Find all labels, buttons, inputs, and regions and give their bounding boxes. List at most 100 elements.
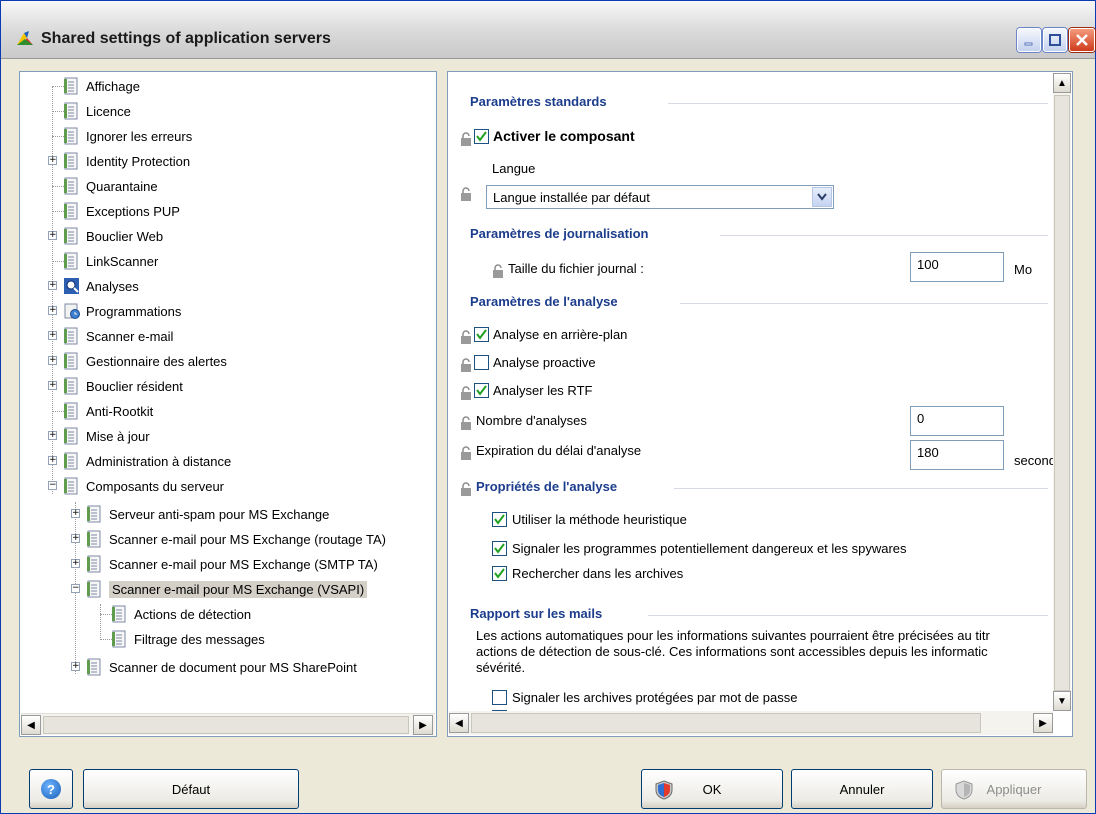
lock-icon[interactable] xyxy=(460,330,472,344)
tree-item-bouclier-web[interactable]: + Bouclier Web xyxy=(46,225,163,247)
tree-item-scanner-email[interactable]: + Scanner e-mail xyxy=(46,325,173,347)
tree-item-identity-protection[interactable]: + Identity Protection xyxy=(46,150,190,172)
tree-item-scanner-smtp[interactable]: + Scanner e-mail pour MS Exchange (SMTP … xyxy=(69,553,378,575)
ok-button-label: OK xyxy=(702,781,722,797)
heuristic-checkbox[interactable] xyxy=(492,512,507,527)
background-scan-checkbox[interactable] xyxy=(474,327,489,342)
expand-icon[interactable]: + xyxy=(48,306,57,315)
lock-icon[interactable] xyxy=(460,446,472,460)
tree-item-actions-detection[interactable]: Actions de détection xyxy=(94,603,251,625)
lock-icon[interactable] xyxy=(460,358,472,372)
settings-vertical-scrollbar[interactable]: ▲ ▼ xyxy=(1053,73,1071,711)
protected-archives-checkbox[interactable] xyxy=(492,690,507,705)
expand-icon[interactable]: + xyxy=(48,231,57,240)
close-icon xyxy=(1076,34,1088,46)
log-size-unit: Mo xyxy=(1014,262,1033,277)
tree-item-composants-serveur[interactable]: − Composants du serveur xyxy=(46,475,224,497)
expand-icon[interactable]: + xyxy=(48,156,57,165)
default-button[interactable]: Défaut xyxy=(83,769,299,809)
tree-horizontal-scrollbar[interactable]: ◀ ▶ xyxy=(21,713,435,735)
expand-icon[interactable]: + xyxy=(71,509,80,518)
expand-icon[interactable]: + xyxy=(48,456,57,465)
proactive-scan-checkbox[interactable] xyxy=(474,355,489,370)
scroll-up-button[interactable]: ▲ xyxy=(1053,73,1071,93)
schedule-icon xyxy=(64,302,80,320)
close-button[interactable] xyxy=(1069,28,1095,52)
collapse-icon[interactable]: − xyxy=(48,481,57,490)
document-icon xyxy=(87,505,103,523)
tree-item-serveur-anti-spam[interactable]: + Serveur anti-spam pour MS Exchange xyxy=(69,503,329,525)
scroll-thumb[interactable] xyxy=(471,713,981,733)
expand-icon[interactable]: + xyxy=(48,356,57,365)
tree-item-administration-distance[interactable]: + Administration à distance xyxy=(46,450,231,472)
lock-icon[interactable] xyxy=(460,132,472,146)
scroll-right-button[interactable]: ▶ xyxy=(413,715,433,735)
scan-count-input[interactable]: 0 xyxy=(910,406,1004,436)
settings-horizontal-scrollbar[interactable]: ◀ ▶ xyxy=(449,711,1053,735)
apply-button[interactable]: Appliquer xyxy=(941,769,1087,809)
tree-label: Identity Protection xyxy=(86,153,191,169)
help-button[interactable]: ? xyxy=(29,769,73,809)
pup-report-checkbox[interactable] xyxy=(492,541,507,556)
scroll-down-button[interactable]: ▼ xyxy=(1053,691,1071,711)
minimize-button[interactable] xyxy=(1017,28,1041,52)
expand-icon[interactable]: + xyxy=(48,331,57,340)
dialog-window: Shared settings of application servers A… xyxy=(0,0,1096,814)
lock-icon[interactable] xyxy=(492,264,504,278)
tree-item-programmations[interactable]: + Programmations xyxy=(46,300,181,322)
tree-item-scanner-vsapi[interactable]: − Scanner e-mail pour MS Exchange (VSAPI… xyxy=(69,578,368,600)
tree-item-affichage[interactable]: Affichage xyxy=(46,75,140,97)
log-size-input[interactable]: 100 xyxy=(910,252,1004,282)
tree-item-exceptions-pup[interactable]: Exceptions PUP xyxy=(46,200,180,222)
expand-icon[interactable]: + xyxy=(71,662,80,671)
tree-item-analyses[interactable]: + Analyses xyxy=(46,275,139,297)
scroll-left-button[interactable]: ◀ xyxy=(21,715,41,735)
expand-icon[interactable]: + xyxy=(71,534,80,543)
expand-icon[interactable]: + xyxy=(48,431,57,440)
tree-item-ignorer-erreurs[interactable]: Ignorer les erreurs xyxy=(46,125,192,147)
scroll-thumb[interactable] xyxy=(1054,95,1070,691)
collapse-icon[interactable]: − xyxy=(71,584,80,593)
tree-item-linkscanner[interactable]: LinkScanner xyxy=(46,250,158,272)
lock-icon[interactable] xyxy=(460,187,472,201)
tree-item-filtrage-messages[interactable]: Filtrage des messages xyxy=(94,628,265,650)
tree-item-licence[interactable]: Licence xyxy=(46,100,131,122)
lock-icon[interactable] xyxy=(460,416,472,430)
tree-item-scanner-routage[interactable]: + Scanner e-mail pour MS Exchange (routa… xyxy=(69,528,386,550)
tree-item-gestionnaire-alertes[interactable]: + Gestionnaire des alertes xyxy=(46,350,227,372)
document-icon xyxy=(64,427,80,445)
scan-timeout-input[interactable]: 180 xyxy=(910,440,1004,470)
rtf-scan-checkbox[interactable] xyxy=(474,383,489,398)
tree-item-scanner-sharepoint[interactable]: + Scanner de document pour MS SharePoint xyxy=(69,656,357,678)
archives-scan-checkbox[interactable] xyxy=(492,566,507,581)
language-select[interactable]: Langue installée par défaut xyxy=(486,185,834,209)
lock-icon[interactable] xyxy=(460,482,472,496)
scroll-left-button[interactable]: ◀ xyxy=(449,713,469,733)
expand-icon[interactable]: + xyxy=(48,281,57,290)
enable-component-checkbox[interactable] xyxy=(474,129,489,144)
ok-button[interactable]: OK xyxy=(641,769,783,809)
archives-scan-label: Rechercher dans les archives xyxy=(512,566,684,581)
tree-item-anti-rootkit[interactable]: Anti-Rootkit xyxy=(46,400,153,422)
chevron-down-icon[interactable] xyxy=(812,187,832,207)
scan-count-label: Nombre d'analyses xyxy=(476,413,587,428)
language-select-value: Langue installée par défaut xyxy=(493,190,650,205)
cancel-button[interactable]: Annuler xyxy=(791,769,933,809)
minimize-icon xyxy=(1024,42,1033,46)
maximize-button[interactable] xyxy=(1043,28,1067,52)
lock-icon[interactable] xyxy=(460,386,472,400)
expand-icon[interactable]: + xyxy=(71,559,80,568)
scroll-thumb[interactable] xyxy=(43,716,409,734)
document-icon xyxy=(64,477,80,495)
tree-item-mise-a-jour[interactable]: + Mise à jour xyxy=(46,425,150,447)
app-logo-icon xyxy=(15,29,35,49)
expand-icon[interactable]: + xyxy=(48,381,57,390)
tree-item-bouclier-resident[interactable]: + Bouclier résident xyxy=(46,375,183,397)
scroll-right-button[interactable]: ▶ xyxy=(1033,713,1053,733)
tree-label: Filtrage des messages xyxy=(134,631,265,647)
document-icon xyxy=(87,658,103,676)
report-description-line: actions de détection de sous-clé. Ces in… xyxy=(476,644,988,659)
tree-item-quarantaine[interactable]: Quarantaine xyxy=(46,175,158,197)
background-scan-label: Analyse en arrière-plan xyxy=(493,327,628,342)
report-description-line: sévérité. xyxy=(476,660,526,675)
